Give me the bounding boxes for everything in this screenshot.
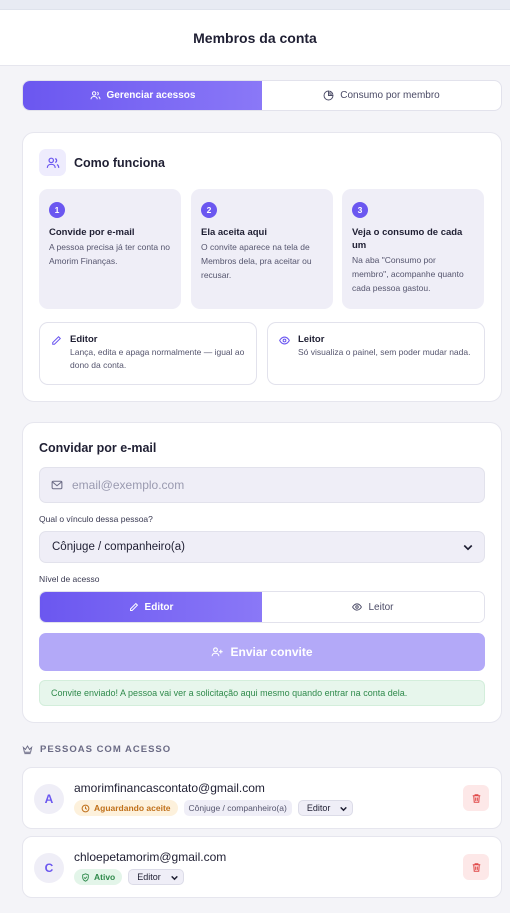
pencil-icon (52, 335, 62, 345)
member-role-value: Editor (137, 872, 161, 882)
eye-icon (352, 603, 363, 611)
email-field[interactable] (39, 467, 485, 503)
how-it-works-icon-box (39, 149, 66, 176)
success-message: Convite enviado! A pessoa vai ver a soli… (39, 680, 485, 706)
chevron-down-icon (170, 875, 178, 880)
step-number: 2 (201, 202, 217, 218)
avatar: C (34, 853, 64, 883)
how-it-works-title: Como funciona (74, 155, 165, 170)
role-description: Lança, edita e apaga normalmente — igual… (70, 347, 245, 370)
member-role-value: Editor (306, 803, 331, 813)
role-title: Editor (70, 334, 98, 345)
step-title: Ela aceita aqui (201, 227, 268, 238)
role-reader-card: Leitor Só visualiza o painel, sem poder … (267, 322, 485, 385)
members-section-header: PESSOAS COM ACESSO (22, 744, 171, 755)
role-description: Só visualiza o painel, sem poder mudar n… (298, 347, 471, 357)
send-invite-button[interactable]: Enviar convite (39, 633, 485, 671)
role-editor-card: Editor Lança, edita e apaga normalmente … (39, 322, 257, 385)
step-number: 3 (352, 202, 368, 218)
relation-tag: Cônjuge / companheiro(a) (183, 800, 292, 816)
invite-title: Convidar por e-mail (39, 441, 157, 455)
relation-label: Qual o vínculo dessa pessoa? (39, 514, 153, 524)
level-option-label: Leitor (368, 601, 394, 613)
relation-value: Cônjuge / companheiro(a) (52, 541, 185, 553)
relation-select[interactable]: Cônjuge / companheiro(a) (39, 531, 485, 563)
access-level-toggle: Editor Leitor (39, 591, 485, 623)
member-badges: Aguardando aceite Cônjuge / companheiro(… (74, 800, 354, 816)
step-description: O convite aparece na tela de Membros del… (201, 242, 312, 280)
how-it-works-header: Como funciona (39, 149, 165, 176)
member-row: A amorimfinancascontato@gmail.com Aguard… (22, 767, 502, 829)
send-invite-label: Enviar convite (230, 645, 313, 659)
member-row: C chloepetamorim@gmail.com Ativo Editor (22, 836, 502, 898)
status-text: Ativo (94, 872, 116, 882)
tab-manage-access[interactable]: Gerenciar acessos (23, 81, 262, 110)
trash-icon (472, 793, 480, 803)
step-description: Na aba "Consumo por membro", acompanhe q… (352, 255, 464, 293)
status-badge: Aguardando aceite (74, 800, 178, 816)
remove-member-button[interactable] (463, 785, 489, 811)
step-card: 1 Convide por e-mail A pessoa precisa já… (39, 189, 181, 309)
status-text: Aguardando aceite (94, 803, 171, 813)
invite-card: Convidar por e-mail Qual o vínculo dessa… (22, 422, 502, 723)
how-it-works-card: Como funciona 1 Convide por e-mail A pes… (22, 132, 502, 402)
clock-icon (81, 804, 90, 812)
mail-icon (51, 480, 63, 490)
step-description: A pessoa precisa já ter conta no Amorim … (49, 242, 170, 266)
level-label: Nível de acesso (39, 574, 100, 584)
step-title: Convide por e-mail (49, 227, 135, 238)
step-title: Veja o consumo de cada um (352, 227, 463, 251)
step-number: 1 (49, 202, 65, 218)
members-section-title: PESSOAS COM ACESSO (40, 744, 172, 755)
status-badge: Ativo (74, 869, 123, 885)
top-strip (0, 0, 510, 10)
tab-consumption[interactable]: Consumo por membro (262, 81, 501, 110)
role-title: Leitor (298, 334, 325, 345)
view-tabs: Gerenciar acessos Consumo por membro (22, 80, 502, 111)
user-plus-icon (212, 647, 224, 657)
page-header: Membros da conta (0, 10, 510, 66)
page-title: Membros da conta (193, 29, 317, 46)
level-option-label: Editor (144, 601, 174, 613)
users-icon (90, 91, 100, 100)
member-role-select[interactable]: Editor (128, 869, 184, 885)
member-badges: Ativo Editor (74, 869, 184, 885)
pencil-icon (129, 602, 138, 611)
crown-icon (22, 745, 33, 755)
trash-icon (472, 862, 480, 872)
step-card: 2 Ela aceita aqui O convite aparece na t… (191, 189, 333, 309)
eye-icon (279, 336, 290, 345)
email-input[interactable] (72, 478, 452, 492)
member-email: chloepetamorim@gmail.com (74, 850, 227, 864)
users-icon (46, 157, 59, 168)
step-card: 3 Veja o consumo de cada um Na aba "Cons… (342, 189, 484, 309)
pie-chart-icon (323, 90, 334, 101)
shield-check-icon (82, 872, 89, 882)
member-role-select[interactable]: Editor (297, 800, 354, 816)
level-option-editor[interactable]: Editor (40, 592, 262, 622)
level-option-reader[interactable]: Leitor (262, 592, 484, 622)
chevron-down-icon (463, 544, 473, 551)
member-email: amorimfinancascontato@gmail.com (74, 781, 265, 795)
tab-label: Gerenciar acessos (106, 90, 196, 101)
tab-label: Consumo por membro (340, 90, 440, 101)
chevron-down-icon (340, 806, 348, 811)
avatar: A (34, 784, 64, 814)
remove-member-button[interactable] (463, 854, 489, 880)
